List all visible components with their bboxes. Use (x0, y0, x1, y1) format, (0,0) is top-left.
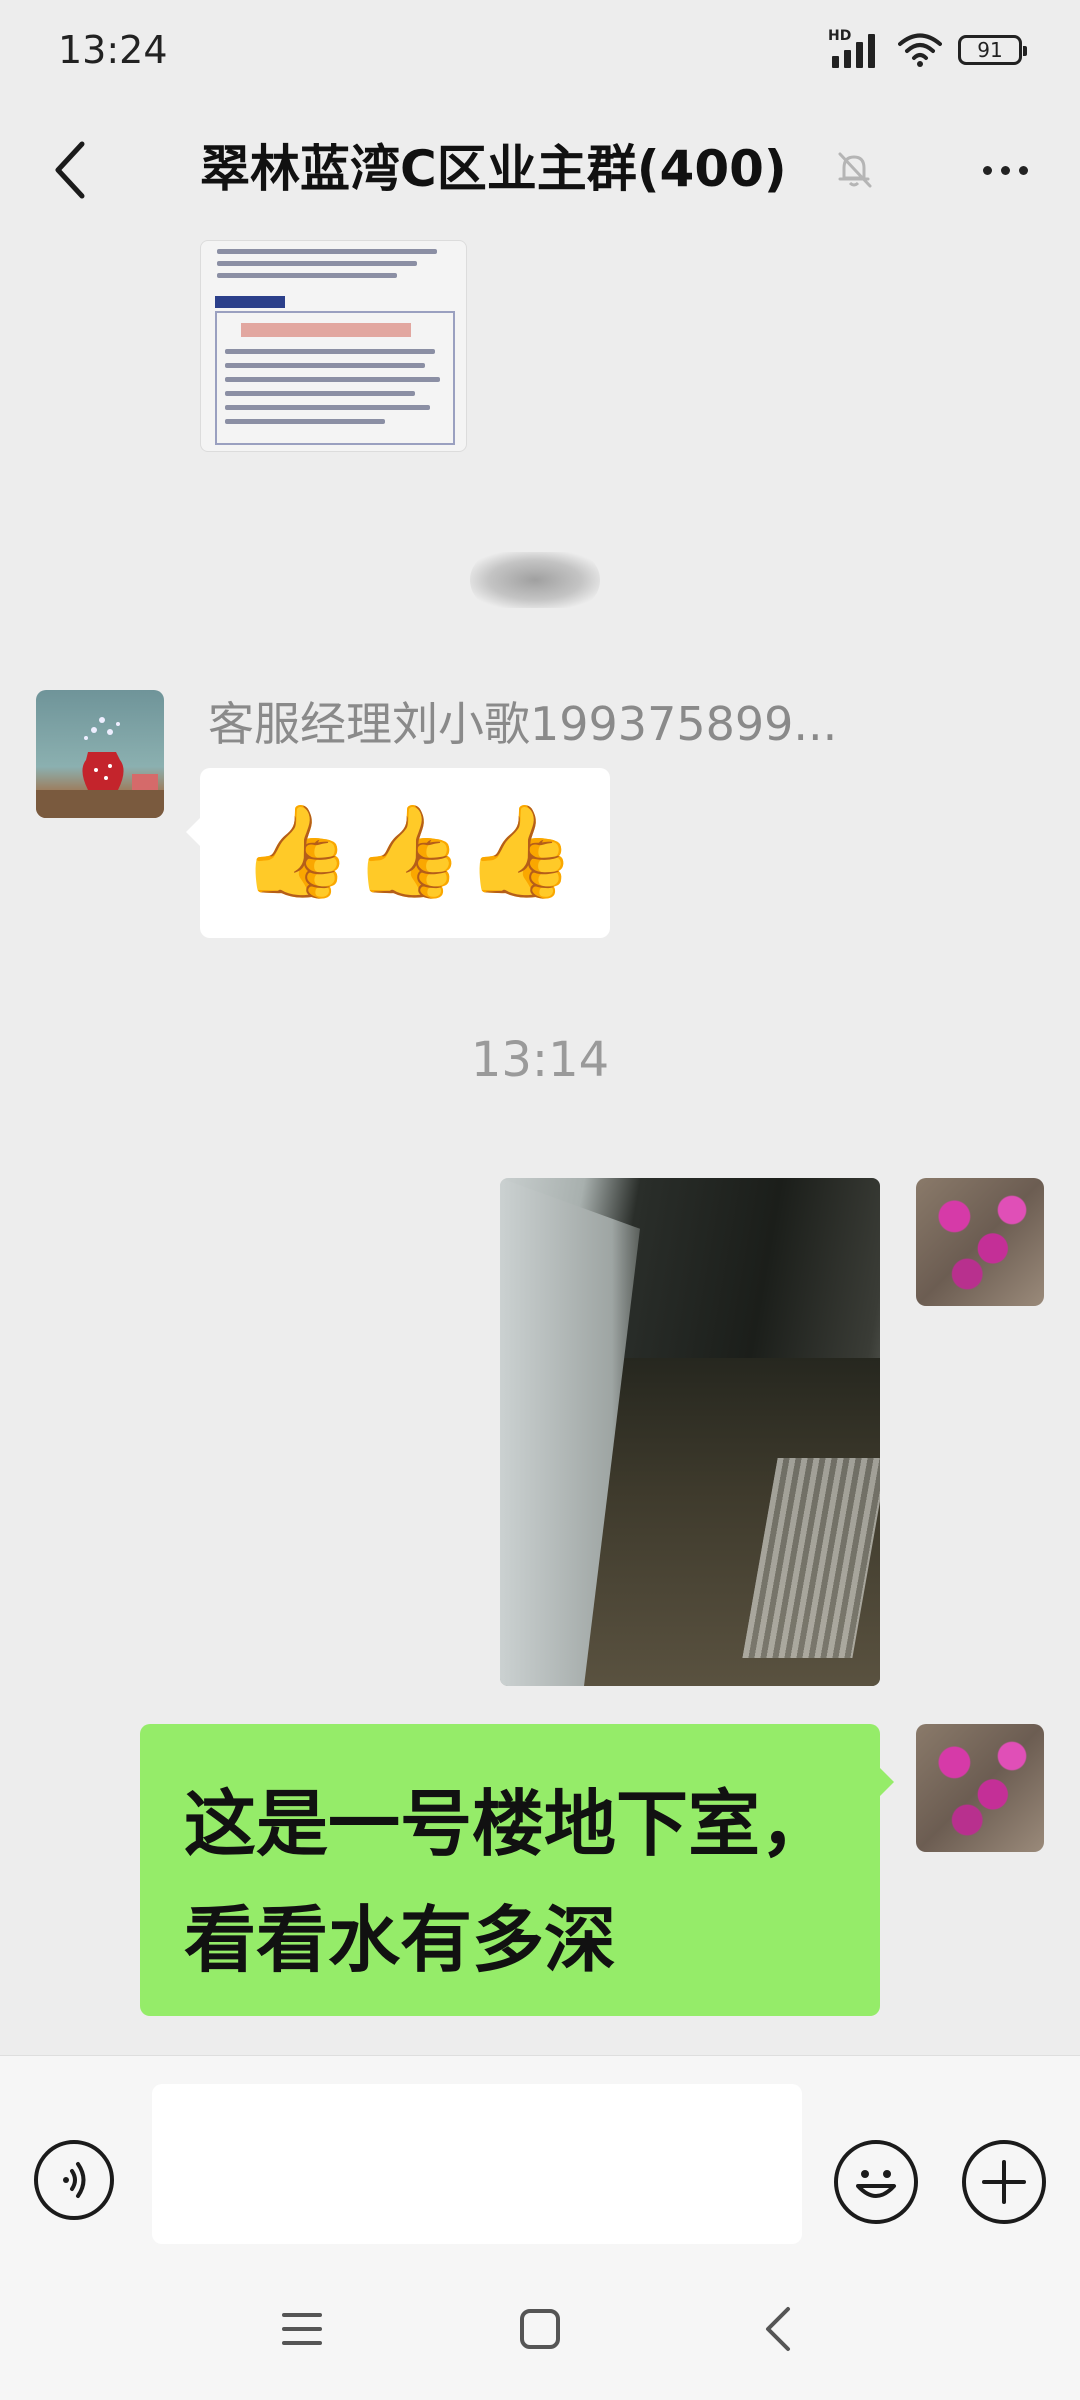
image-message-document[interactable] (200, 240, 467, 452)
network-type-label: HD (828, 28, 852, 44)
time-separator: 13:14 (470, 1032, 610, 1088)
message-line-1: 这是一号楼地下室， (184, 1782, 833, 1866)
message-bubble-emoji[interactable]: 👍 👍 👍 (186, 768, 610, 938)
smiley-icon (856, 2170, 896, 2198)
menu-icon (282, 2313, 322, 2345)
input-bar (0, 2055, 1080, 2256)
emoji-button[interactable] (834, 2140, 918, 2224)
emoji-row: 👍 👍 👍 (240, 796, 577, 908)
home-square-icon (520, 2309, 560, 2349)
back-button[interactable] (40, 130, 100, 210)
status-icons: HD 91 (828, 28, 1027, 70)
system-navigation-bar (0, 2255, 1080, 2400)
chat-title[interactable]: 翠林蓝湾C区业主群(400) (200, 134, 820, 204)
chevron-left-icon (55, 141, 85, 199)
message-line-2: 看看水有多深 (184, 1898, 617, 1982)
wifi-icon (898, 33, 942, 67)
sender-name: 客服经理刘小歌199375899... (208, 697, 838, 748)
message-list[interactable]: 客服经理刘小歌199375899... 👍 👍 👍 13:14 这是一号楼地下室… (0, 240, 1080, 2055)
message-bubble-text[interactable]: 这是一号楼地下室， 看看水有多深 (140, 1724, 894, 2016)
blurred-sticker[interactable] (470, 552, 600, 608)
battery-icon: 91 (958, 35, 1027, 65)
voice-icon (63, 2162, 86, 2198)
back-triangle-icon (766, 2307, 790, 2351)
thumbs-up-icon: 👍 (352, 799, 465, 904)
thumbs-up-icon: 👍 (240, 799, 353, 904)
image-message-photo[interactable] (500, 1178, 880, 1686)
more-functions-button[interactable] (962, 2140, 1046, 2224)
bell-off-icon (832, 148, 876, 192)
self-avatar[interactable] (916, 1724, 1044, 1852)
battery-level: 91 (977, 38, 1003, 62)
self-avatar[interactable] (916, 1178, 1044, 1306)
more-options-button[interactable] (970, 140, 1040, 200)
chat-header: 翠林蓝湾C区业主群(400) (0, 100, 1080, 240)
thumbs-up-icon: 👍 (464, 799, 577, 904)
avatar[interactable] (36, 690, 164, 818)
voice-button[interactable] (34, 2140, 114, 2220)
system-back-button[interactable] (748, 2299, 808, 2359)
status-bar: 13:24 HD 91 (0, 0, 1080, 100)
home-button[interactable] (510, 2299, 570, 2359)
status-time: 13:24 (58, 28, 168, 72)
recent-apps-button[interactable] (272, 2299, 332, 2359)
more-dots-icon (982, 165, 992, 175)
message-input[interactable] (152, 2084, 802, 2244)
plus-icon (982, 2160, 1026, 2204)
cellular-signal-icon: HD (828, 28, 882, 68)
